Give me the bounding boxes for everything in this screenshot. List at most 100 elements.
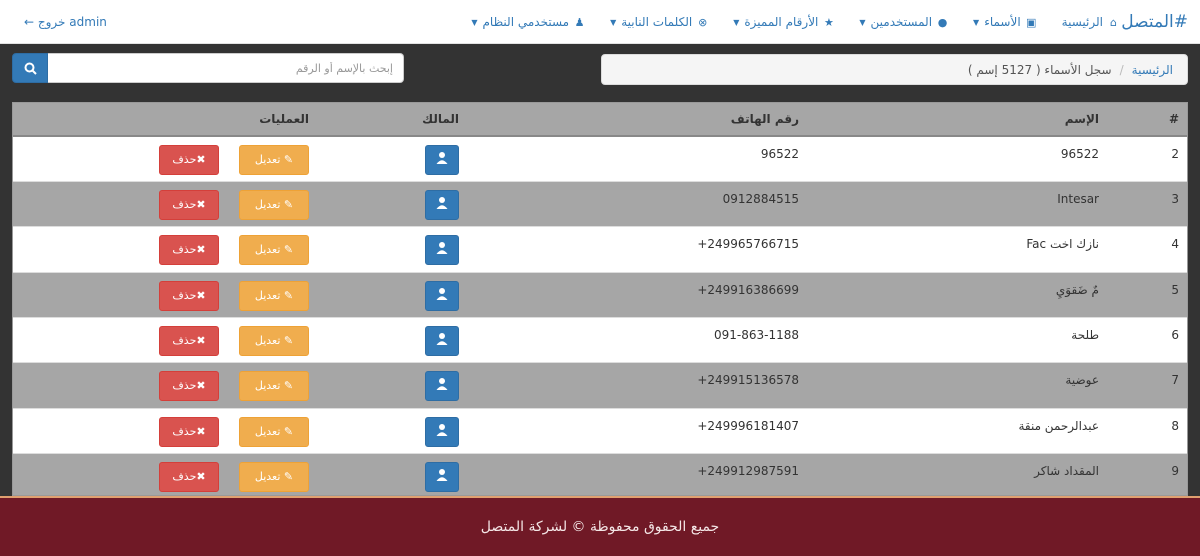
- edit-label: تعديل: [254, 334, 281, 348]
- close-icon: ✖: [196, 197, 206, 211]
- close-icon: ✖: [196, 334, 206, 348]
- cell-ops: ✎ تعديل ✖حذف: [13, 362, 317, 409]
- owner-button[interactable]: [425, 416, 459, 447]
- nav-system-users-label: مستخدمي النظام: [482, 15, 570, 29]
- edit-button[interactable]: ✎ تعديل: [239, 235, 309, 266]
- delete-label: حذف: [172, 243, 197, 257]
- phone-number: +249912987591: [697, 464, 799, 479]
- owner-button[interactable]: [425, 145, 459, 175]
- table-row: 5 مٌ ضَقوَيِ +249916386699 ✎ تعديل ✖حذف: [13, 271, 1187, 318]
- delete-button[interactable]: ✖حذف: [159, 462, 219, 493]
- logout-link[interactable]: ← خروج admin: [24, 0, 107, 44]
- delete-button[interactable]: ✖حذف: [159, 235, 219, 266]
- cell-phone: +249916386699: [467, 271, 807, 318]
- owner-button[interactable]: [425, 462, 459, 493]
- cell-owner: [317, 453, 467, 495]
- edit-label: تعديل: [254, 243, 281, 257]
- edit-label: تعديل: [254, 153, 281, 166]
- arrow-left-icon: ←: [24, 15, 35, 29]
- cell-ops: ✎ تعديل ✖حذف: [13, 180, 317, 227]
- delete-button[interactable]: ✖حذف: [159, 189, 219, 220]
- cell-ops: ✎ تعديل ✖حذف: [13, 407, 317, 454]
- delete-button[interactable]: ✖حذف: [159, 326, 219, 357]
- cell-ops: ✎ تعديل ✖حذف: [13, 317, 317, 363]
- brand-logo[interactable]: #المتصل: [1121, 0, 1188, 44]
- cell-owner: [317, 317, 467, 363]
- owner-button[interactable]: [425, 235, 459, 266]
- edit-button[interactable]: ✎ تعديل: [239, 462, 309, 493]
- cell-index: 2: [1107, 135, 1187, 182]
- edit-button[interactable]: ✎ تعديل: [239, 416, 309, 447]
- nav-users-label: المستخدمين: [870, 15, 933, 29]
- nav-system-users[interactable]: ♟ مستخدمي النظام ▼: [471, 15, 586, 29]
- main-nav: ⌂ الرئيسية ▣ الأسماء ▼ ● المستخدمين ▼ ★ …: [447, 0, 1120, 44]
- edit-label: تعديل: [254, 288, 281, 302]
- col-phone-header: رقم الهاتف: [467, 103, 807, 137]
- owner-button[interactable]: [425, 326, 459, 357]
- search-button[interactable]: [12, 53, 48, 83]
- edit-icon: ✎: [283, 243, 294, 257]
- footer-copyright: جميع الحقوق محفوظة © لشركة المتصل: [480, 519, 720, 535]
- cell-owner: [317, 226, 467, 273]
- col-index-header: #: [1107, 103, 1187, 137]
- edit-button[interactable]: ✎ تعديل: [239, 371, 309, 402]
- names-table-container: # الإسم رقم الهاتف المالك العمليات 2 9652…: [12, 102, 1188, 496]
- table-header-row: # الإسم رقم الهاتف المالك العمليات: [13, 103, 1187, 137]
- cell-ops: ✎ تعديل ✖حذف: [13, 271, 317, 318]
- user-secret-icon: [436, 469, 448, 482]
- nav-bad-words[interactable]: ⊗ الكلمات النابية ▼: [610, 15, 709, 29]
- chevron-down-icon: ▼: [610, 17, 617, 27]
- delete-button[interactable]: ✖حذف: [159, 416, 219, 447]
- top-navbar: #المتصل ⌂ الرئيسية ▣ الأسماء ▼ ● المستخد…: [0, 0, 1200, 44]
- table-row: 7 عوضية +249915136578 ✎ تعديل ✖حذف: [13, 362, 1187, 409]
- phone-number: +249965766715: [697, 237, 799, 252]
- nav-names[interactable]: ▣ الأسماء ▼: [973, 15, 1038, 29]
- table-row: 4 نازك اخت Fac +249965766715 ✎ تعديل ✖حذف: [13, 226, 1187, 273]
- table-row: 3 Intesar 0912884515 ✎ تعديل ✖حذف: [13, 180, 1187, 227]
- breadcrumb-home[interactable]: الرئيسية: [1132, 63, 1173, 77]
- cell-ops: ✎ تعديل ✖حذف: [13, 226, 317, 273]
- edit-icon: ✎: [283, 334, 294, 348]
- cell-name: عبدالرحمن منقة: [807, 407, 1107, 454]
- phone-number: +249996181407: [697, 418, 799, 433]
- phone-number: 96522: [760, 147, 799, 161]
- edit-button[interactable]: ✎ تعديل: [239, 145, 309, 175]
- owner-button[interactable]: [425, 371, 459, 402]
- owner-button[interactable]: [425, 280, 459, 311]
- cell-index: 8: [1107, 407, 1187, 454]
- nav-featured-numbers[interactable]: ★ الأرقام المميزة ▼: [733, 15, 835, 29]
- delete-label: حذف: [172, 334, 197, 348]
- chevron-down-icon: ▼: [471, 17, 478, 27]
- cell-index: 6: [1107, 317, 1187, 363]
- cell-owner: [317, 135, 467, 182]
- edit-icon: ✎: [283, 288, 294, 302]
- delete-label: حذف: [172, 470, 197, 484]
- cell-phone: +249912987591: [467, 453, 807, 495]
- edit-button[interactable]: ✎ تعديل: [239, 189, 309, 220]
- edit-button[interactable]: ✎ تعديل: [239, 326, 309, 357]
- close-icon: ✖: [196, 379, 206, 393]
- delete-button[interactable]: ✖حذف: [159, 371, 219, 402]
- edit-icon: ✎: [283, 470, 294, 484]
- user-icon: ●: [937, 15, 948, 29]
- user-secret-icon: [436, 378, 448, 391]
- owner-button[interactable]: [425, 189, 459, 220]
- cell-name: نازك اخت Fac: [807, 226, 1107, 273]
- edit-label: تعديل: [254, 197, 281, 211]
- delete-button[interactable]: ✖حذف: [159, 145, 219, 175]
- edit-button[interactable]: ✎ تعديل: [239, 280, 309, 311]
- nav-users[interactable]: ● المستخدمين ▼: [859, 15, 949, 29]
- nav-home[interactable]: ⌂ الرئيسية: [1062, 15, 1120, 29]
- names-table: # الإسم رقم الهاتف المالك العمليات 2 9652…: [13, 103, 1187, 495]
- cell-name: عوضية: [807, 362, 1107, 409]
- search-input[interactable]: [48, 53, 404, 83]
- home-icon: ⌂: [1110, 15, 1117, 29]
- cell-name: 96522: [807, 135, 1107, 182]
- cell-phone: +249965766715: [467, 226, 807, 273]
- phone-number: +249915136578: [697, 373, 799, 388]
- user-secret-icon: [436, 423, 448, 436]
- close-icon: ✖: [196, 288, 206, 302]
- delete-button[interactable]: ✖حذف: [159, 280, 219, 311]
- edit-label: تعديل: [254, 424, 281, 438]
- cell-owner: [317, 180, 467, 227]
